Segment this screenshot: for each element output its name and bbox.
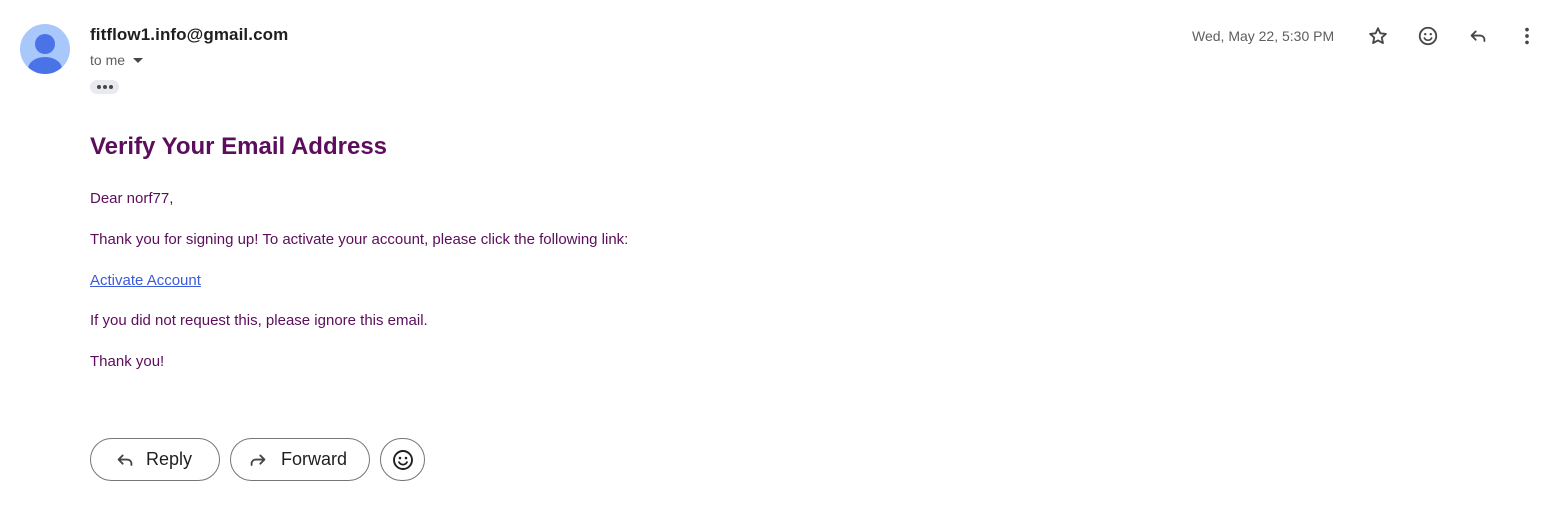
caret-down-icon bbox=[133, 58, 144, 63]
dot-icon bbox=[96, 85, 101, 89]
closing-text: Thank you! bbox=[90, 353, 165, 370]
star-button[interactable] bbox=[1364, 22, 1392, 50]
more-vert-icon bbox=[1525, 27, 1529, 45]
greeting-text: Dear norf77, bbox=[90, 190, 174, 207]
reply-icon bbox=[117, 454, 133, 466]
email-date: Wed, May 22, 5:30 PM bbox=[1192, 28, 1335, 44]
emoji-icon bbox=[392, 449, 413, 470]
emoji-icon bbox=[1418, 26, 1438, 46]
dot-icon bbox=[102, 85, 107, 89]
email-view: fitflow1.info@gmail.com to me Wed, May 2… bbox=[0, 0, 1550, 505]
recipient-label: to me bbox=[90, 52, 126, 68]
avatar-body-shape bbox=[28, 57, 62, 74]
forward-action-label: Forward bbox=[281, 449, 348, 469]
forward-action-button[interactable]: Forward bbox=[230, 438, 370, 481]
dot-icon bbox=[108, 85, 113, 89]
avatar[interactable] bbox=[20, 24, 70, 74]
avatar-head-shape bbox=[35, 34, 55, 54]
recipient-details-toggle[interactable]: to me bbox=[90, 52, 144, 68]
show-trimmed-content-button[interactable] bbox=[90, 80, 119, 94]
intro-text: Thank you for signing up! To activate yo… bbox=[90, 231, 629, 248]
reply-icon bbox=[1470, 30, 1486, 42]
reply-action-label: Reply bbox=[146, 449, 193, 469]
ignore-note-text: If you did not request this, please igno… bbox=[90, 312, 428, 329]
forward-icon bbox=[250, 454, 266, 466]
message-body: Verify Your Email Address Dear norf77, T… bbox=[90, 133, 628, 370]
reply-button[interactable] bbox=[1464, 22, 1492, 50]
add-reaction-button[interactable] bbox=[1414, 22, 1442, 50]
star-icon bbox=[1369, 27, 1387, 44]
sender-address[interactable]: fitflow1.info@gmail.com bbox=[90, 25, 288, 45]
activate-account-link[interactable]: Activate Account bbox=[90, 272, 201, 289]
reaction-action-button[interactable] bbox=[380, 438, 425, 481]
message-headline: Verify Your Email Address bbox=[90, 133, 388, 160]
reply-action-button[interactable]: Reply bbox=[90, 438, 220, 481]
more-options-button[interactable] bbox=[1513, 22, 1541, 50]
